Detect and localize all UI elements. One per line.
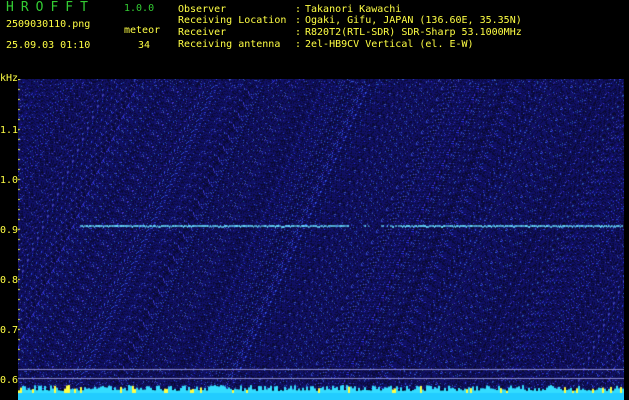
receiver-value: R820T2(RTL-SDR) SDR-Sharp 53.1000MHz: [305, 27, 522, 38]
meteor-count: 34: [138, 40, 151, 51]
antenna-value: 2el-HB9CV Vertical (el. E-W): [305, 39, 474, 50]
y-axis-unit: kHz: [0, 73, 19, 84]
location-value: Ogaki, Gifu, JAPAN (136.60E, 35.35N): [305, 15, 522, 26]
y-tick: 1.1: [0, 125, 19, 136]
antenna-label: Receiving antenna: [178, 39, 281, 50]
timestamp: 25.09.03 01:10: [6, 40, 91, 51]
meteor-label: meteor: [124, 25, 161, 36]
location-label: Receiving Location: [178, 15, 287, 26]
y-tick: 0.9: [0, 225, 19, 236]
antenna-colon: :: [295, 39, 302, 50]
y-tick: 0.6: [0, 375, 19, 386]
app-version: 1.0.0: [124, 3, 155, 14]
receiver-colon: :: [295, 27, 302, 38]
observer-label: Observer: [178, 4, 227, 15]
y-tick: 0.8: [0, 275, 19, 286]
receiver-label: Receiver: [178, 27, 227, 38]
spectrogram-plot: [18, 79, 624, 400]
file-name: 2509030110.png: [6, 19, 91, 30]
observer-value: Takanori Kawachi: [305, 4, 402, 15]
observer-colon: :: [295, 4, 302, 15]
hrofft-spectrogram-window: HROFFT 1.0.0 2509030110.png 25.09.03 01:…: [0, 0, 629, 400]
y-tick: 0.7: [0, 325, 19, 336]
y-tick: 1.0: [0, 175, 19, 186]
location-colon: :: [295, 15, 302, 26]
app-name: HROFFT: [6, 0, 95, 15]
